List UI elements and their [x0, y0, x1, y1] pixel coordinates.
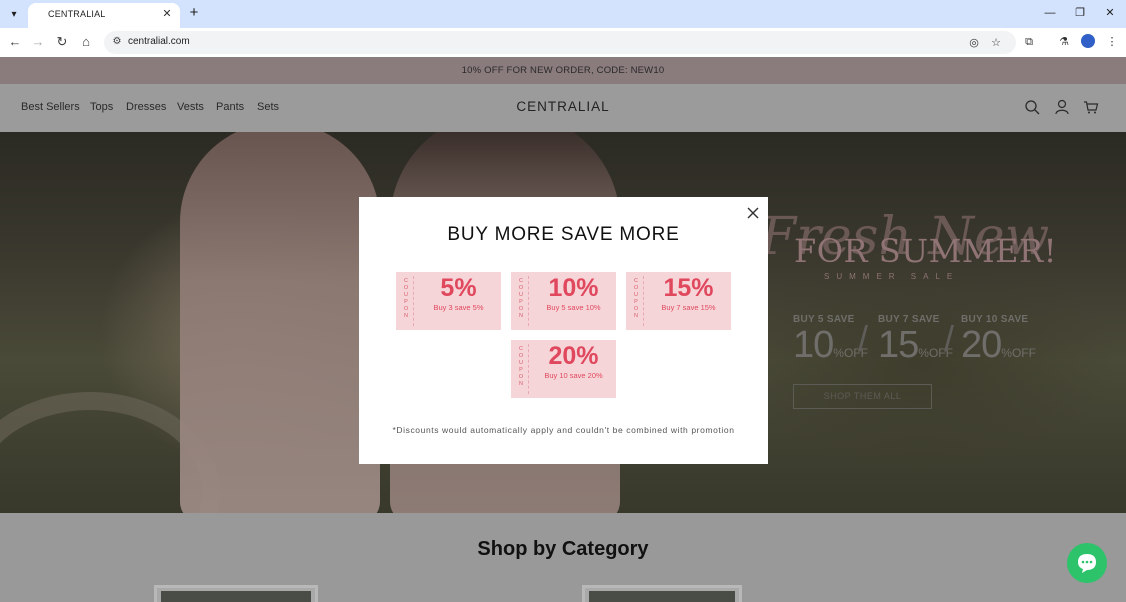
deal-buy7: BUY 7 SAVE 15%OFF	[878, 314, 953, 373]
tab-title: CENTRALIAL	[48, 9, 106, 19]
deal-divider: /	[858, 318, 869, 359]
deal-value: 15	[878, 324, 919, 366]
category-card[interactable]	[582, 585, 742, 602]
cart-icon[interactable]	[1083, 99, 1099, 115]
deal-suffix: %OFF	[1001, 346, 1036, 360]
promo-modal: BUY MORE SAVE MORE COUPON 5% Buy 3 save …	[359, 197, 768, 464]
address-url[interactable]: centralial.com	[128, 36, 190, 47]
modal-disclaimer: *Discounts would automatically apply and…	[392, 425, 735, 435]
extensions-icon[interactable]: ⧉	[1021, 34, 1037, 50]
category-section: Shop by Category	[0, 513, 1126, 602]
coupon-card[interactable]: COUPON 20% Buy 10 save 20%	[511, 340, 616, 398]
browser-toolbar: ← → ↻ ⌂ ⚙ centralial.com ◎ ☆ ⧉ ⚗ ⋮	[0, 28, 1126, 57]
coupon-perforation	[528, 276, 529, 326]
coupon-description: Buy 10 save 20%	[544, 371, 603, 380]
coupon-side-label: COUPON	[633, 278, 639, 319]
hero-model-left	[180, 132, 380, 513]
shop-them-all-button[interactable]: SHOP THEM ALL	[793, 384, 932, 409]
coupon-percent: 15%	[663, 274, 714, 302]
hero-title: FOR SUMMER!	[794, 232, 1057, 270]
hero-subtitle: SUMMER SALE	[824, 272, 960, 281]
coupon-side-label: COUPON	[518, 278, 524, 319]
category-card[interactable]	[154, 585, 318, 602]
coupon-perforation	[528, 344, 529, 394]
browser-tabbar: ▾ CENTRALIAL ✕ + — ❐ ✕	[0, 0, 1126, 28]
chat-bubble-icon	[1078, 554, 1096, 573]
coupon-percent: 5%	[440, 274, 477, 302]
coupon-side-label: COUPON	[403, 278, 409, 319]
site-settings-icon[interactable]: ⚙	[110, 35, 124, 49]
modal-title: BUY MORE SAVE MORE	[447, 224, 680, 245]
coupon-card[interactable]: COUPON 15% Buy 7 save 15%	[626, 272, 731, 330]
brand-logo[interactable]: CENTRALIAL	[0, 99, 1126, 114]
search-icon[interactable]	[1024, 99, 1040, 115]
coupon-perforation	[643, 276, 644, 326]
deal-value: 20	[961, 324, 1002, 366]
deal-buy10: BUY 10 SAVE 20%OFF	[961, 314, 1036, 373]
profile-avatar-icon[interactable]	[1081, 34, 1095, 48]
coupon-percent: 20%	[548, 342, 599, 370]
coupon-description: Buy 3 save 5%	[433, 303, 484, 312]
browser-tab[interactable]: CENTRALIAL ✕	[28, 3, 180, 28]
back-icon[interactable]: ←	[7, 34, 23, 50]
coupon-description: Buy 7 save 15%	[661, 303, 716, 312]
labs-flask-icon[interactable]: ⚗	[1056, 34, 1072, 50]
deal-divider: /	[944, 318, 955, 359]
reload-icon[interactable]: ↻	[54, 34, 70, 50]
category-image	[161, 591, 311, 602]
tab-close-icon[interactable]: ✕	[160, 7, 174, 21]
coupon-card[interactable]: COUPON 5% Buy 3 save 5%	[396, 272, 501, 330]
deal-value: 10	[793, 324, 834, 366]
category-title: Shop by Category	[477, 538, 649, 560]
bookmark-star-icon[interactable]: ☆	[988, 35, 1004, 51]
category-image	[589, 591, 735, 602]
site-header: Best Sellers Tops Dresses Vests Pants Se…	[0, 84, 1126, 132]
minimize-icon[interactable]: —	[1040, 4, 1060, 22]
restore-icon[interactable]: ❐	[1070, 4, 1090, 22]
modal-close-icon[interactable]	[746, 206, 760, 220]
forward-icon[interactable]: →	[30, 34, 46, 50]
home-icon[interactable]: ⌂	[78, 34, 94, 50]
chat-button[interactable]	[1067, 543, 1107, 583]
browser-menu-icon[interactable]: ⋮	[1104, 34, 1120, 50]
promo-bar: 10% OFF FOR NEW ORDER, CODE: NEW10	[0, 57, 1126, 84]
account-icon[interactable]	[1054, 99, 1070, 115]
close-window-icon[interactable]: ✕	[1100, 4, 1120, 22]
eye-off-icon[interactable]: ◎	[966, 35, 982, 51]
tab-search-chevron-icon[interactable]: ▾	[4, 4, 24, 24]
coupon-description: Buy 5 save 10%	[546, 303, 601, 312]
coupon-card[interactable]: COUPON 10% Buy 5 save 10%	[511, 272, 616, 330]
coupon-perforation	[413, 276, 414, 326]
address-bar[interactable]: ⚙ centralial.com ◎ ☆	[104, 31, 1016, 54]
coupon-side-label: COUPON	[518, 346, 524, 387]
promo-text: 10% OFF FOR NEW ORDER, CODE: NEW10	[461, 65, 665, 76]
new-tab-button[interactable]: +	[186, 5, 202, 21]
coupon-percent: 10%	[548, 274, 599, 302]
deal-buy5: BUY 5 SAVE 10%OFF	[793, 314, 868, 373]
